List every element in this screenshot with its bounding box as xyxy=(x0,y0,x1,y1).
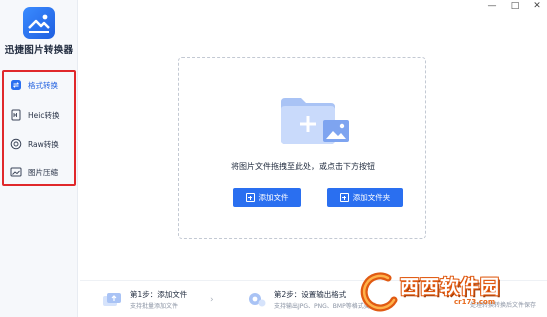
watermark-brand: 西西软件园 xyxy=(400,276,501,298)
sidebar-item-label: Raw转换 xyxy=(28,139,59,149)
add-folder-button[interactable]: 添加文件夹 xyxy=(327,188,403,207)
add-file-label: 添加文件 xyxy=(258,193,289,202)
step-title: 第1步：添加文件 xyxy=(130,290,188,299)
sidebar-item-label: 图片压缩 xyxy=(28,167,58,177)
step-1: 第1步：添加文件 支持批量添加文件 xyxy=(102,290,187,311)
minimize-button[interactable]: — xyxy=(482,0,502,12)
add-icon xyxy=(339,193,349,202)
folder-image-icon xyxy=(279,94,357,154)
step-desc: 支持批量添加文件 xyxy=(130,303,179,310)
watermark-url: cr173.com xyxy=(454,298,496,306)
add-folder-label: 添加文件夹 xyxy=(352,193,391,202)
add-icon xyxy=(245,193,255,202)
watermark-logo-icon xyxy=(360,272,398,312)
sidebar-item-heic[interactable]: Heic转换 xyxy=(10,105,74,125)
sidebar-nav: 格式转换 Heic转换 Raw转换 图片压缩 xyxy=(2,70,76,186)
raw-camera-icon xyxy=(10,138,22,150)
settings-gear-icon xyxy=(246,290,268,308)
app-logo-icon xyxy=(23,7,55,39)
heic-icon xyxy=(10,109,22,121)
app-title: 迅捷图片转换器 xyxy=(4,45,74,56)
sidebar-item-compress[interactable]: 图片压缩 xyxy=(10,162,74,182)
upload-file-icon xyxy=(102,290,124,308)
sidebar: 迅捷图片转换器 格式转换 Heic转换 Raw转换 图片压缩 xyxy=(0,0,78,317)
app-window: — □ ✕ 迅捷图片转换器 格式转换 Heic转换 Raw转换 图片压缩 将图片… xyxy=(0,0,547,317)
file-drop-zone[interactable]: 将图片文件拖拽至此处，或点击下方按钮 添加文件 添加文件夹 xyxy=(178,57,426,239)
sidebar-item-label: Heic转换 xyxy=(28,110,60,120)
add-file-button[interactable]: 添加文件 xyxy=(233,188,301,207)
chevron-right-icon: › xyxy=(210,295,214,305)
close-button[interactable]: ✕ xyxy=(527,0,547,12)
drop-hint-text: 将图片文件拖拽至此处，或点击下方按钮 xyxy=(231,162,375,171)
maximize-button[interactable]: □ xyxy=(505,0,525,12)
sidebar-item-raw[interactable]: Raw转换 xyxy=(10,134,74,154)
sidebar-item-label: 格式转换 xyxy=(28,80,58,90)
image-compress-icon xyxy=(10,166,22,178)
watermark: 西西软件园 cr173.com xyxy=(358,268,547,317)
sidebar-item-format-convert[interactable]: 格式转换 xyxy=(10,75,74,95)
format-convert-icon xyxy=(10,79,22,91)
step-2: 第2步：设置输出格式 支持输出JPG、PNG、BMP等格式类型 xyxy=(246,290,376,311)
